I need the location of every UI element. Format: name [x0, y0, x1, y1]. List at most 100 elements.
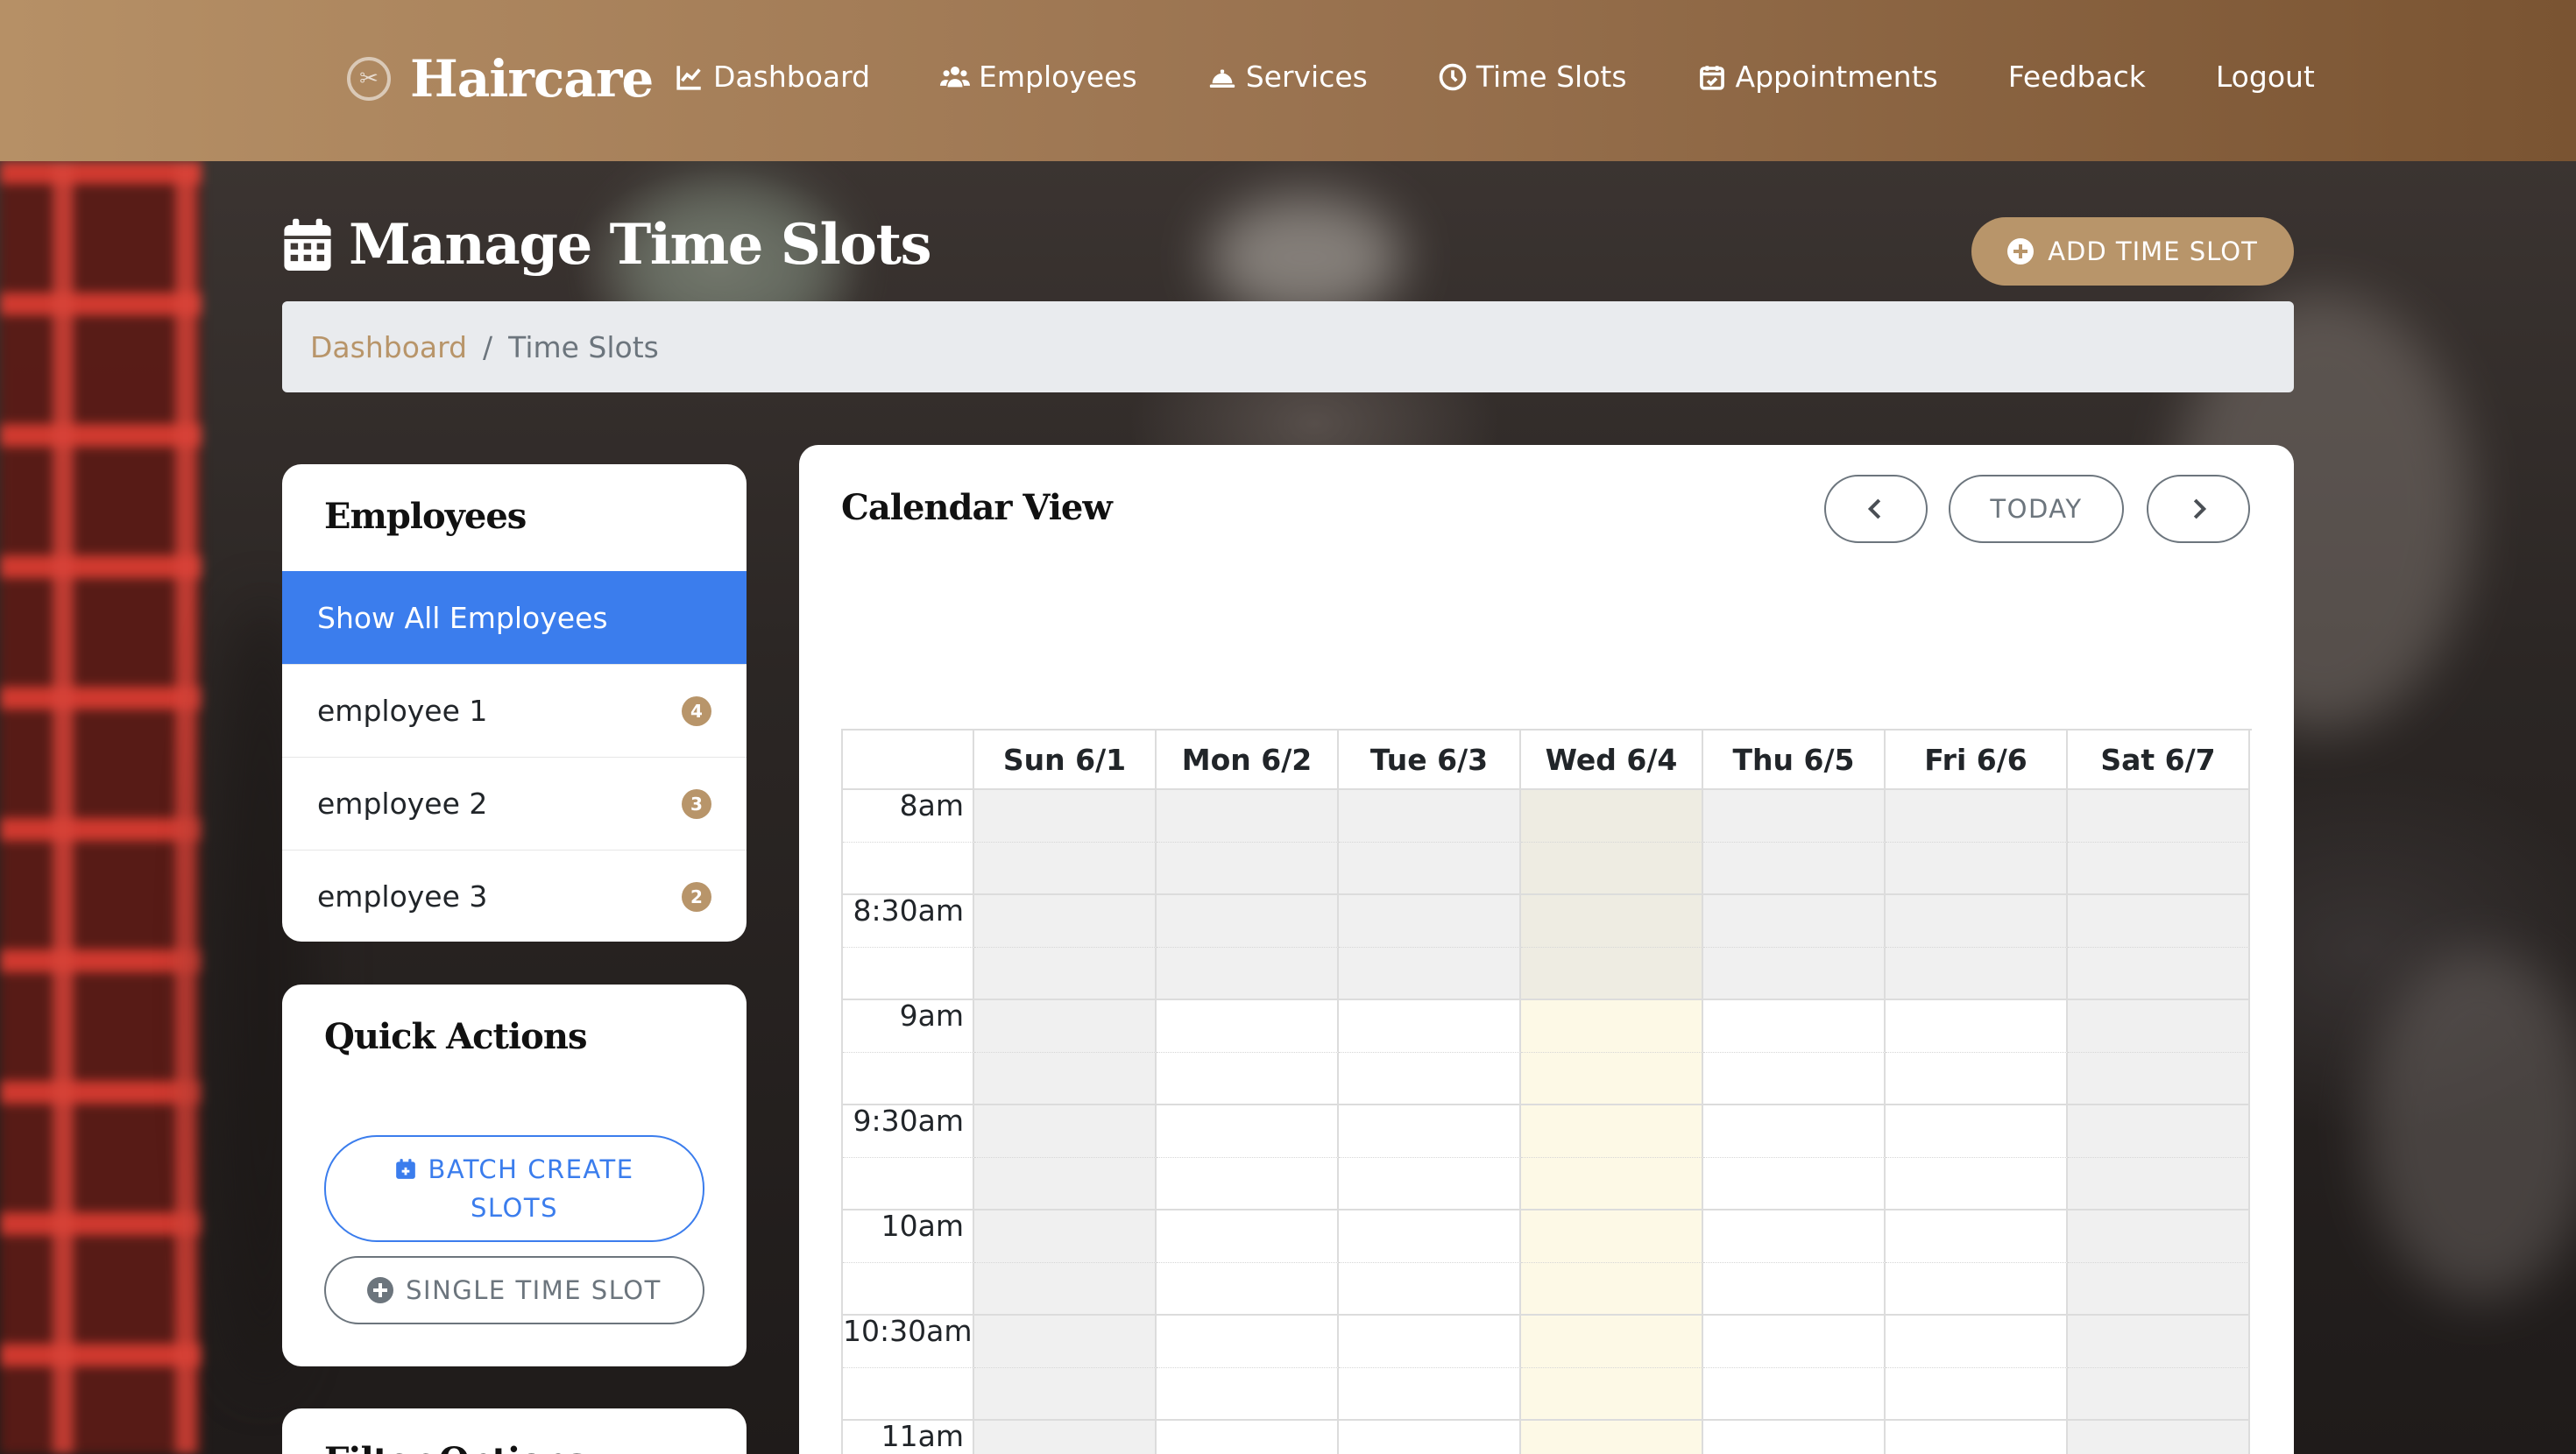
calendar-slot-cell[interactable] — [1886, 1210, 2068, 1263]
calendar-slot-cell[interactable] — [974, 1316, 1157, 1368]
calendar-slot-cell[interactable] — [1521, 790, 1703, 843]
calendar-slot-cell[interactable] — [1703, 1421, 1886, 1454]
calendar-slot-cell[interactable] — [1157, 843, 1339, 895]
calendar-slot-cell[interactable] — [1703, 1105, 1886, 1158]
calendar-slot-cell[interactable] — [1521, 1368, 1703, 1421]
nav-dashboard[interactable]: Dashboard — [675, 60, 870, 94]
calendar-slot-cell[interactable] — [1339, 1316, 1521, 1368]
calendar-slot-cell[interactable] — [1339, 895, 1521, 948]
calendar-slot-cell[interactable] — [1157, 895, 1339, 948]
calendar-slot-cell[interactable] — [974, 948, 1157, 1000]
calendar-slot-cell[interactable] — [1521, 1263, 1703, 1316]
calendar-slot-cell[interactable] — [1339, 790, 1521, 843]
add-time-slot-button[interactable]: ADD TIME SLOT — [1971, 217, 2294, 286]
calendar-slot-cell[interactable] — [1886, 843, 2068, 895]
calendar-slot-cell[interactable] — [974, 1368, 1157, 1421]
calendar-slot-cell[interactable] — [1886, 1316, 2068, 1368]
calendar-today-button[interactable]: TODAY — [1949, 475, 2124, 543]
calendar-slot-cell[interactable] — [1703, 1000, 1886, 1053]
calendar-slot-cell[interactable] — [2068, 1316, 2250, 1368]
calendar-slot-cell[interactable] — [2068, 1421, 2250, 1454]
calendar-slot-cell[interactable] — [1703, 790, 1886, 843]
calendar-slot-cell[interactable] — [1157, 1368, 1339, 1421]
calendar-slot-cell[interactable] — [974, 843, 1157, 895]
breadcrumb-dashboard-link[interactable]: Dashboard — [310, 330, 467, 364]
calendar-slot-cell[interactable] — [1886, 1053, 2068, 1105]
calendar-slot-cell[interactable] — [974, 1263, 1157, 1316]
calendar-slot-cell[interactable] — [2068, 1263, 2250, 1316]
calendar-slot-cell[interactable] — [1703, 843, 1886, 895]
calendar-slot-cell[interactable] — [1886, 1105, 2068, 1158]
calendar-slot-cell[interactable] — [974, 1053, 1157, 1105]
nav-feedback[interactable]: Feedback — [2008, 60, 2146, 94]
calendar-day-header[interactable]: Wed 6/4 — [1521, 731, 1703, 790]
calendar-slot-cell[interactable] — [1521, 1421, 1703, 1454]
employee-filter-item[interactable]: employee 3 2 — [282, 850, 747, 942]
calendar-slot-cell[interactable] — [1339, 1000, 1521, 1053]
calendar-slot-cell[interactable] — [1703, 1158, 1886, 1210]
calendar-slot-cell[interactable] — [1703, 1316, 1886, 1368]
nav-logout[interactable]: Logout — [2216, 60, 2315, 94]
calendar-slot-cell[interactable] — [1521, 1316, 1703, 1368]
calendar-slot-cell[interactable] — [1157, 1000, 1339, 1053]
calendar-slot-cell[interactable] — [1339, 1210, 1521, 1263]
calendar-slot-cell[interactable] — [1339, 1421, 1521, 1454]
calendar-day-header[interactable]: Fri 6/6 — [1886, 731, 2068, 790]
calendar-slot-cell[interactable] — [1157, 790, 1339, 843]
calendar-slot-cell[interactable] — [1703, 1368, 1886, 1421]
calendar-slot-cell[interactable] — [1886, 895, 2068, 948]
calendar-slot-cell[interactable] — [1521, 895, 1703, 948]
calendar-day-header[interactable]: Thu 6/5 — [1703, 731, 1886, 790]
calendar-slot-cell[interactable] — [974, 895, 1157, 948]
calendar-slot-cell[interactable] — [1339, 1263, 1521, 1316]
calendar-slot-cell[interactable] — [1339, 1105, 1521, 1158]
calendar-slot-cell[interactable] — [1703, 1210, 1886, 1263]
calendar-day-header[interactable]: Sat 6/7 — [2068, 731, 2250, 790]
calendar-slot-cell[interactable] — [1521, 1210, 1703, 1263]
nav-services[interactable]: Services — [1207, 60, 1368, 94]
calendar-slot-cell[interactable] — [1521, 1000, 1703, 1053]
calendar-slot-cell[interactable] — [1339, 1368, 1521, 1421]
calendar-slot-cell[interactable] — [1157, 1316, 1339, 1368]
calendar-slot-cell[interactable] — [1339, 948, 1521, 1000]
calendar-slot-cell[interactable] — [1157, 1053, 1339, 1105]
calendar-slot-cell[interactable] — [2068, 790, 2250, 843]
calendar-slot-cell[interactable] — [1339, 1158, 1521, 1210]
nav-time-slots[interactable]: Time Slots — [1438, 60, 1627, 94]
calendar-slot-cell[interactable] — [1521, 948, 1703, 1000]
calendar-slot-cell[interactable] — [1703, 895, 1886, 948]
calendar-slot-cell[interactable] — [974, 790, 1157, 843]
calendar-slot-cell[interactable] — [1157, 1421, 1339, 1454]
calendar-slot-cell[interactable] — [2068, 1053, 2250, 1105]
calendar-slot-cell[interactable] — [1157, 1105, 1339, 1158]
calendar-slot-cell[interactable] — [1703, 1053, 1886, 1105]
calendar-slot-cell[interactable] — [2068, 1000, 2250, 1053]
calendar-slot-cell[interactable] — [1157, 1263, 1339, 1316]
calendar-day-header[interactable]: Sun 6/1 — [974, 731, 1157, 790]
calendar-next-button[interactable] — [2147, 475, 2250, 543]
calendar-slot-cell[interactable] — [1886, 790, 2068, 843]
calendar-slot-cell[interactable] — [1703, 1263, 1886, 1316]
calendar-slot-cell[interactable] — [2068, 1105, 2250, 1158]
calendar-slot-cell[interactable] — [1886, 1368, 2068, 1421]
single-time-slot-button[interactable]: SINGLE TIME SLOT — [324, 1256, 704, 1324]
calendar-slot-cell[interactable] — [1339, 843, 1521, 895]
calendar-slot-cell[interactable] — [1521, 843, 1703, 895]
calendar-slot-cell[interactable] — [974, 1158, 1157, 1210]
calendar-slot-cell[interactable] — [974, 1000, 1157, 1053]
calendar-slot-cell[interactable] — [1521, 1105, 1703, 1158]
calendar-slot-cell[interactable] — [2068, 895, 2250, 948]
calendar-slot-cell[interactable] — [1339, 1053, 1521, 1105]
employee-filter-all[interactable]: Show All Employees — [282, 571, 747, 664]
calendar-day-header[interactable]: Tue 6/3 — [1339, 731, 1521, 790]
calendar-slot-cell[interactable] — [1157, 948, 1339, 1000]
calendar-slot-cell[interactable] — [2068, 843, 2250, 895]
calendar-slot-cell[interactable] — [2068, 1158, 2250, 1210]
calendar-prev-button[interactable] — [1824, 475, 1928, 543]
calendar-slot-cell[interactable] — [974, 1105, 1157, 1158]
calendar-slot-cell[interactable] — [2068, 948, 2250, 1000]
calendar-slot-cell[interactable] — [1703, 948, 1886, 1000]
calendar-slot-cell[interactable] — [1886, 1421, 2068, 1454]
calendar-slot-cell[interactable] — [1886, 948, 2068, 1000]
calendar-slot-cell[interactable] — [1886, 1158, 2068, 1210]
